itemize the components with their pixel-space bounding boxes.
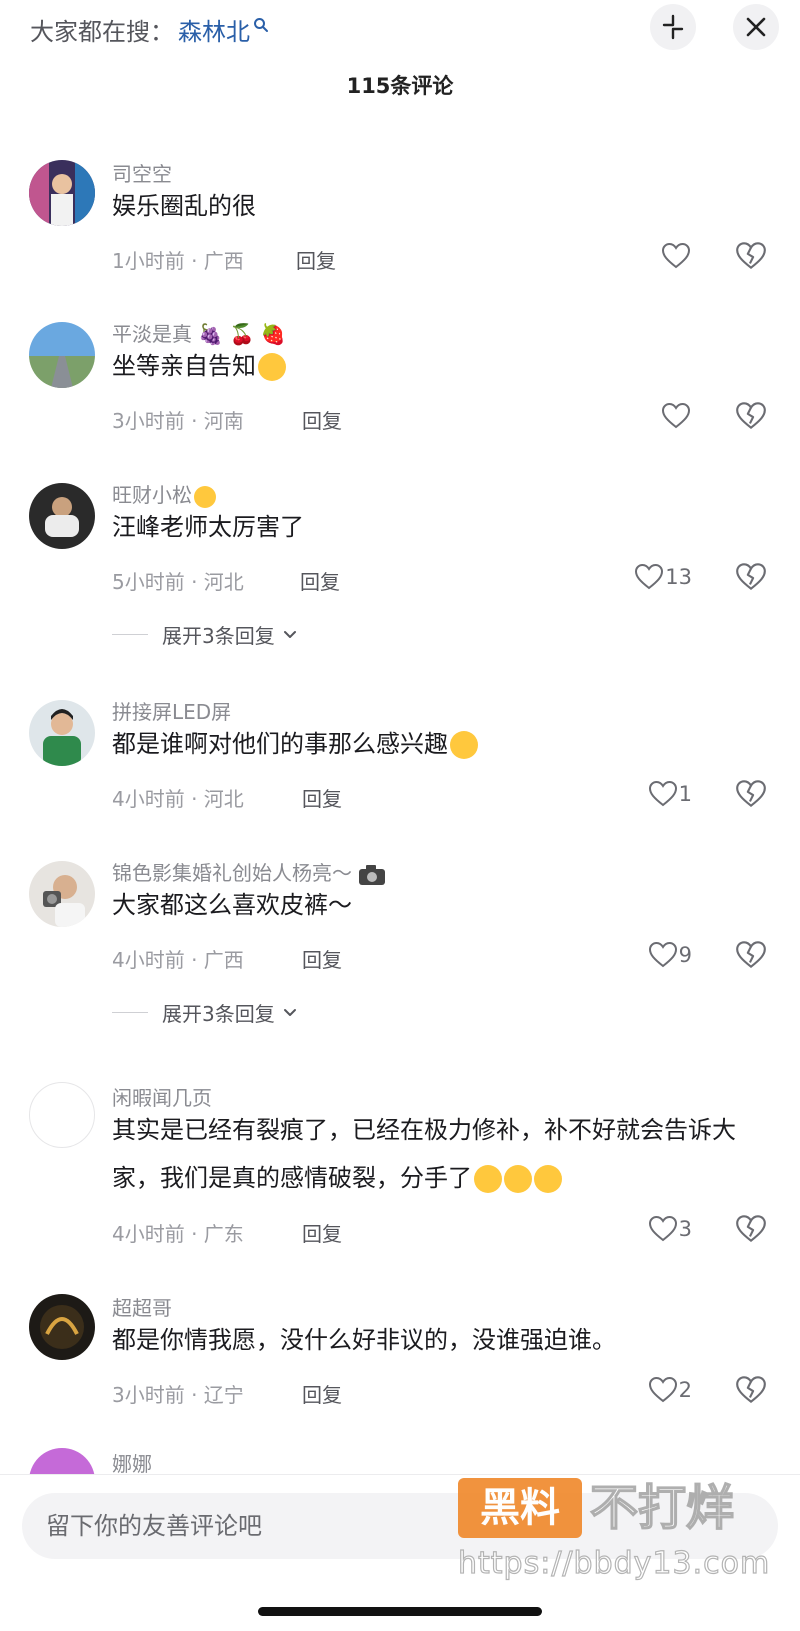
- avatar[interactable]: [29, 861, 95, 927]
- search-icon: [254, 17, 268, 32]
- like-count: 1: [678, 782, 692, 806]
- watermark-text: 不打烊: [589, 1479, 735, 1537]
- search-term-link[interactable]: 森林北: [178, 12, 250, 47]
- reply-button[interactable]: 回复: [302, 783, 342, 812]
- reply-button[interactable]: 回复: [296, 245, 336, 274]
- heart-icon: [635, 563, 664, 590]
- reply-button[interactable]: 回复: [302, 944, 342, 973]
- broken-heart-icon[interactable]: [734, 938, 768, 972]
- like-count: 2: [678, 1378, 692, 1402]
- avatar[interactable]: [29, 1294, 95, 1360]
- search-suggestion[interactable]: 大家都在搜： 森林北: [30, 12, 269, 47]
- like-button[interactable]: 2: [647, 1372, 692, 1408]
- comment-meta: 4小时前 · 广西: [112, 948, 244, 972]
- avatar[interactable]: [29, 322, 95, 388]
- comment-meta: 3小时前 · 河南: [112, 409, 244, 433]
- avatar[interactable]: [29, 1082, 95, 1148]
- like-button[interactable]: 9: [647, 937, 692, 973]
- broken-heart-icon[interactable]: [734, 399, 768, 433]
- reply-button[interactable]: 回复: [302, 1218, 342, 1247]
- chevron-down-icon: [283, 1008, 296, 1016]
- comment-meta: 1小时前 · 广西: [112, 249, 244, 273]
- search-prefix: 大家都在搜：: [30, 18, 174, 46]
- expand-replies-button[interactable]: 展开3条回复: [112, 998, 299, 1027]
- like-button[interactable]: [660, 238, 692, 274]
- top-bar: 大家都在搜： 森林北: [0, 0, 800, 56]
- like-count: 13: [665, 565, 692, 589]
- smile-emoji-icon: [258, 353, 286, 381]
- collapse-icon: [662, 14, 684, 40]
- comment-text: 其实是已经有裂痕了，已经在极力修补，补不好就会告诉大家，我们是真的感情破裂，分手…: [112, 1106, 752, 1202]
- broken-heart-icon[interactable]: [734, 560, 768, 594]
- grimace-emoji-icon: [534, 1165, 562, 1193]
- close-button[interactable]: [733, 4, 779, 50]
- watermark-url: https://bbdy13.com: [457, 1545, 771, 1581]
- like-count: 9: [678, 943, 692, 967]
- avatar[interactable]: [29, 483, 95, 549]
- heart-icon: [648, 1215, 677, 1242]
- home-indicator: [258, 1607, 542, 1616]
- reply-button[interactable]: 回复: [302, 405, 342, 434]
- divider: [112, 1012, 148, 1013]
- laugh-cry-emoji-icon: [450, 731, 478, 759]
- like-button[interactable]: 3: [647, 1211, 692, 1247]
- like-button[interactable]: 13: [633, 559, 692, 595]
- comment-text: 娱乐圈乱的很: [112, 192, 256, 220]
- heart-icon: [661, 402, 691, 429]
- collapse-button[interactable]: [650, 4, 696, 50]
- comment-text: 汪峰老师太厉害了: [112, 513, 304, 541]
- like-button[interactable]: [660, 398, 692, 434]
- expand-label: 展开3条回复: [162, 624, 275, 648]
- comment-meta: 4小时前 · 广东: [112, 1222, 244, 1246]
- chevron-down-icon: [283, 630, 296, 638]
- reply-button[interactable]: 回复: [302, 1379, 342, 1408]
- avatar[interactable]: [29, 700, 95, 766]
- watermark-logo-box: 黑料: [458, 1478, 582, 1538]
- comment-text: 大家都这么喜欢皮裤～: [112, 891, 352, 919]
- comment-count-title: 115条评论: [346, 74, 454, 98]
- comment-text: 都是谁啊对他们的事那么感兴趣: [112, 720, 752, 768]
- grimace-emoji-icon: [504, 1165, 532, 1193]
- close-icon: [746, 17, 766, 37]
- comment-text-content: 其实是已经有裂痕了，已经在极力修补，补不好就会告诉大家，我们是真的感情破裂，分手…: [112, 1116, 736, 1192]
- comment-meta: 4小时前 · 河北: [112, 787, 244, 811]
- comment-meta: 3小时前 · 辽宁: [112, 1383, 244, 1407]
- heart-icon: [648, 1376, 677, 1403]
- comment-meta: 5小时前 · 河北: [112, 570, 244, 594]
- expand-label: 展开3条回复: [162, 1002, 275, 1026]
- heart-icon: [648, 941, 677, 968]
- broken-heart-icon[interactable]: [734, 1212, 768, 1246]
- username[interactable]: 娜娜: [112, 1448, 152, 1477]
- expand-replies-button[interactable]: 展开3条回复: [112, 620, 299, 649]
- comment-text: 坐等亲自告知: [112, 342, 752, 390]
- reply-button[interactable]: 回复: [300, 566, 340, 595]
- grimace-emoji-icon: [474, 1165, 502, 1193]
- comment-text: 都是你情我愿，没什么好非议的，没谁强迫谁。: [112, 1326, 616, 1354]
- comment-text-content: 坐等亲自告知: [112, 352, 256, 380]
- like-count: 3: [678, 1217, 692, 1241]
- divider: [112, 634, 148, 635]
- heart-icon: [648, 780, 677, 807]
- heart-icon: [661, 242, 691, 269]
- comment-text-content: 都是谁啊对他们的事那么感兴趣: [112, 730, 448, 758]
- avatar[interactable]: [29, 160, 95, 226]
- broken-heart-icon[interactable]: [734, 777, 768, 811]
- broken-heart-icon[interactable]: [734, 1373, 768, 1407]
- like-button[interactable]: 1: [647, 776, 692, 812]
- broken-heart-icon[interactable]: [734, 239, 768, 273]
